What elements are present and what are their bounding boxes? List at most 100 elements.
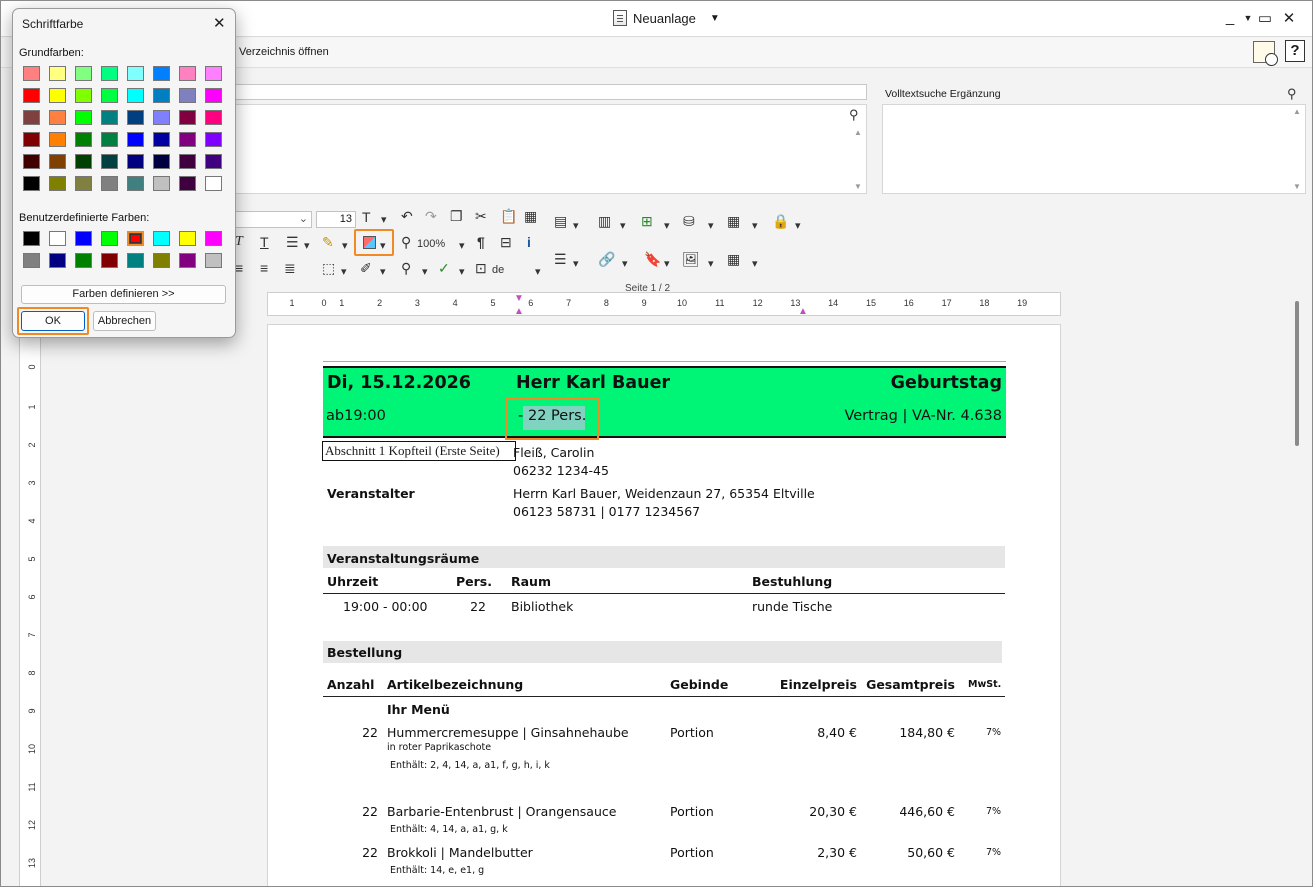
chevron-down-icon[interactable]: ▾ [752,257,758,270]
pilcrow-icon[interactable]: ¶ [477,234,485,250]
custom-color-swatch[interactable] [127,253,144,268]
chevron-down-icon[interactable]: ▾ [341,265,347,278]
find-icon[interactable]: ⚲ [401,260,411,277]
title-input[interactable] [234,84,867,100]
scroll-up-icon[interactable]: ▲ [1291,107,1303,116]
chevron-down-icon[interactable]: ▾ [620,219,626,232]
undo-icon[interactable]: ↶ [401,208,413,225]
basic-color-swatch[interactable] [101,132,118,147]
basic-color-swatch[interactable] [75,66,92,81]
justify-icon[interactable]: ≣ [284,260,296,277]
basic-color-swatch[interactable] [205,176,222,191]
close-icon[interactable]: ✕ [213,14,226,32]
basic-color-swatch[interactable] [179,88,196,103]
custom-color-swatch[interactable] [75,253,92,268]
custom-color-swatch[interactable] [75,231,92,246]
select-all-icon[interactable]: ▦ [524,208,537,225]
align-center-icon[interactable]: ≡ [235,260,243,276]
basic-color-swatch[interactable] [127,88,144,103]
format-painter-icon[interactable]: ✐ [360,260,372,277]
chevron-down-icon[interactable]: ▾ [752,219,758,232]
basic-color-swatch[interactable] [23,176,40,191]
basic-color-swatch[interactable] [49,66,66,81]
custom-color-swatch[interactable] [23,231,40,246]
custom-color-swatch[interactable] [101,231,118,246]
indent-marker-icon[interactable]: ▲ [514,306,524,317]
list-icon[interactable]: ☰ [554,251,567,268]
document-scrollbar[interactable] [1295,301,1299,446]
scroll-up-icon[interactable]: ▲ [852,128,864,137]
chevron-down-icon[interactable]: ▾ [380,265,386,278]
basic-color-swatch[interactable] [49,88,66,103]
document-history-icon[interactable] [1253,41,1278,66]
highlight-icon[interactable]: ✎ [322,234,334,251]
info-icon[interactable]: i [527,234,531,250]
scroll-down-icon[interactable]: ▼ [852,182,864,191]
basic-color-swatch[interactable] [49,132,66,147]
chevron-down-icon[interactable]: ▾ [573,257,579,270]
zoom-value[interactable]: 100% [417,238,445,250]
basic-color-swatch[interactable] [23,132,40,147]
line-spacing-icon[interactable]: ☰ [286,234,299,251]
custom-color-swatch[interactable] [153,231,170,246]
horizontal-ruler[interactable]: 1 1 2 3 4 5 6 7 8 9 10 11 12 13 14 15 16 17 18 19 0 [267,292,1061,316]
chevron-down-icon[interactable]: ▾ [459,239,465,252]
paste-icon[interactable]: 📋 [500,208,517,225]
zoom-search-icon[interactable]: ⚲ [1287,86,1297,102]
open-directory-link[interactable]: Verzeichnis öffnen [239,46,329,58]
font-family-select[interactable]: ⌄ [234,211,312,228]
chevron-down-icon[interactable]: ▾ [708,219,714,232]
language-icon[interactable]: ⊡ [475,260,487,277]
vertical-ruler[interactable]: 1123456789101112130 [19,321,41,886]
basic-color-swatch[interactable] [179,66,196,81]
border-icon[interactable]: ⬚ [322,260,335,277]
basic-color-swatch[interactable] [205,132,222,147]
basic-color-swatch[interactable] [75,154,92,169]
basic-color-swatch[interactable] [49,154,66,169]
insert-page-icon[interactable]: ▤ [554,213,567,230]
basic-color-swatch[interactable] [179,176,196,191]
basic-color-swatch[interactable] [101,110,118,125]
custom-color-swatch[interactable] [179,231,196,246]
basic-color-swatch[interactable] [101,66,118,81]
chevron-down-icon[interactable]: ▾ [664,219,670,232]
align-right-icon[interactable]: ≡ [260,260,268,276]
chevron-down-icon[interactable]: ▾ [622,257,628,270]
basic-color-swatch[interactable] [205,110,222,125]
basic-color-swatch[interactable] [153,88,170,103]
basic-color-swatch[interactable] [101,176,118,191]
fulltext-search-input[interactable] [882,104,1306,194]
basic-color-swatch[interactable] [127,132,144,147]
scroll-down-icon[interactable]: ▼ [1291,182,1303,191]
database-icon[interactable]: ⛁ [683,213,695,230]
close-icon[interactable]: ✕ [1278,9,1300,27]
custom-color-swatch[interactable] [205,253,222,268]
copy-format-icon[interactable]: ❐ [450,208,463,225]
table-grid-icon[interactable]: ▦ [727,251,740,268]
chevron-down-icon[interactable]: ▾ [573,219,579,232]
link-icon[interactable]: 🔗 [598,251,615,268]
chevron-down-icon[interactable]: ▾ [380,239,386,252]
basic-color-swatch[interactable] [23,154,40,169]
bookmark-icon[interactable]: 🔖 [644,251,661,268]
basic-color-swatch[interactable] [23,66,40,81]
cut-icon[interactable]: ✂ [475,208,487,225]
redo-icon[interactable]: ↷ [425,208,437,225]
basic-color-swatch[interactable] [205,88,222,103]
chevron-down-icon[interactable]: ▾ [422,265,428,278]
help-icon[interactable]: ? [1285,40,1305,62]
custom-color-swatch[interactable] [23,253,40,268]
basic-color-swatch[interactable] [75,110,92,125]
basic-color-swatch[interactable] [49,110,66,125]
chevron-down-icon[interactable]: ▾ [795,219,801,232]
basic-color-swatch[interactable] [127,66,144,81]
basic-color-swatch[interactable] [49,176,66,191]
chevron-down-icon[interactable]: ▾ [708,257,714,270]
basic-color-swatch[interactable] [101,154,118,169]
right-indent-marker-icon[interactable]: ▲ [798,306,808,317]
table-icon[interactable]: ▦ [727,213,740,230]
basic-color-swatch[interactable] [127,176,144,191]
italic-icon[interactable]: T [235,234,243,250]
basic-color-swatch[interactable] [153,176,170,191]
page-width-icon[interactable]: ⊟ [500,234,512,251]
